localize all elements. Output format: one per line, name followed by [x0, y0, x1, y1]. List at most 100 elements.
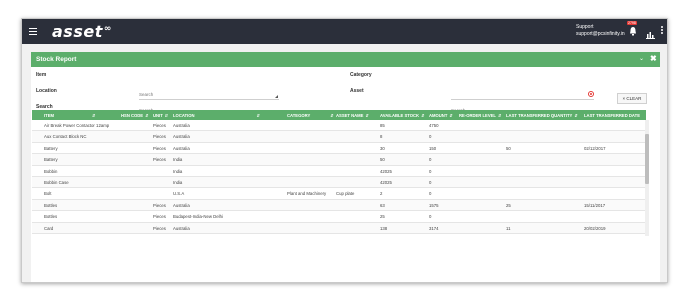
table-cell: 0: [429, 180, 432, 185]
table-cell: 15/11/2017: [584, 202, 606, 208]
column-header-last-transferred-quantity[interactable]: LAST TRANSFERRED QUANTITY ⇵: [506, 113, 578, 118]
table-cell: Bolt: [44, 191, 52, 197]
table-row[interactable]: Air Break Power Contactor 12amp Pieces Aus…: [32, 120, 646, 132]
table-cell: 8: [380, 134, 383, 140]
app-window: asset∞ Support support@pcsinfinity.in 27…: [21, 18, 668, 283]
table-row[interactable]: Battery Pieces India 50 0: [32, 154, 646, 166]
table-cell: Pieces: [153, 123, 166, 128]
chevron-down-icon[interactable]: ⌄: [639, 55, 644, 62]
table-cell: Pieces: [153, 134, 166, 140]
table-cell: Australia: [173, 123, 190, 128]
stock-table: ITEM ⇵ HSN CODE ⇵ UNIT ⇵ LOCATION ⇵ CATEGORY…: [32, 110, 646, 236]
notification-badge: 2798: [627, 21, 637, 25]
table-cell: 0: [429, 214, 432, 220]
location-label: Location: [36, 88, 57, 94]
table-cell: 0: [429, 168, 432, 174]
support-email: support@pcsinfinity.in: [576, 31, 625, 37]
table-cell: Bottles: [44, 202, 58, 208]
resize-handle-icon: [275, 95, 278, 98]
table-row[interactable]: Bobbin India 42025 0: [32, 166, 646, 177]
table-row[interactable]: Card Pieces Australia 138 3174 11 20/02/2019: [32, 222, 646, 234]
support-info[interactable]: Support support@pcsinfinity.in: [576, 24, 625, 38]
table-cell: India: [173, 157, 183, 163]
table-row[interactable]: Bolt U.S.A Plant and Machinery Cup plate 2 0: [32, 188, 646, 200]
table-row[interactable]: Bobbin Case India 42025 0: [32, 177, 646, 189]
scrollbar-thumb[interactable]: [645, 134, 649, 184]
table-cell: 4750: [429, 123, 439, 128]
table-cell: Pieces: [153, 225, 166, 231]
table-cell: Battery: [44, 145, 58, 151]
column-header-reorder-level[interactable]: RE-ORDER LEVEL ⇵: [459, 113, 502, 118]
column-header-amount[interactable]: AMOUNT ⇵: [429, 113, 453, 118]
table-row[interactable]: Battery Pieces Australia 30 150 50 02/12/2017: [32, 143, 646, 155]
table-cell: 50: [380, 157, 385, 163]
column-header-last-transferred-date[interactable]: LAST TRANSFERRED DATE: [584, 113, 640, 118]
item-label: Item: [36, 72, 47, 78]
category-select[interactable]: [451, 90, 594, 100]
table-row[interactable]: Aux Contact Block NC Pieces Australia 8 0: [32, 131, 646, 143]
table-cell: Aux Contact Block NC: [44, 134, 87, 140]
table-cell: Bobbin: [44, 168, 58, 174]
table-cell: 63: [380, 202, 385, 208]
table-cell: Bobbin Case: [44, 180, 69, 185]
table-cell: Australia: [173, 202, 190, 208]
table-cell: Plant and Machinery: [287, 191, 327, 197]
table-row[interactable]: Bottles Pieces Australia 63 1575 25 15/11/2017: [32, 199, 646, 212]
error-icon: [588, 91, 594, 97]
table-cell: 138: [380, 225, 388, 231]
table-cell: 25: [380, 214, 385, 220]
column-header-unit[interactable]: UNIT ⇵: [153, 113, 168, 118]
table-cell: Pieces: [153, 202, 166, 208]
panel-body: Item Search Location Search Search Categ…: [31, 67, 660, 282]
page-title: Stock Report: [36, 56, 77, 63]
table-cell: 0: [429, 191, 432, 197]
table-cell: 150: [429, 145, 437, 151]
top-navbar: asset∞ Support support@pcsinfinity.in 27…: [22, 19, 667, 44]
table-cell: Australia: [173, 225, 190, 231]
table-cell: Bottles: [44, 214, 58, 220]
table-cell: Card: [44, 225, 54, 231]
table-cell: Pieces: [153, 157, 166, 163]
clear-button[interactable]: × CLEAR: [617, 93, 647, 104]
vertical-scrollbar[interactable]: [645, 120, 649, 236]
table-cell: U.S.A: [173, 191, 185, 197]
bell-icon[interactable]: 2798: [627, 21, 637, 36]
column-header-category[interactable]: CATEGORY ⇵: [287, 113, 334, 118]
column-header-available-stock[interactable]: AVAILABLE STOCK ⇵: [380, 113, 425, 118]
table-cell: India: [173, 168, 183, 174]
table-cell: 11: [506, 225, 511, 231]
category-label: Category: [350, 72, 372, 78]
table-cell: 25: [506, 202, 511, 208]
menu-icon[interactable]: [29, 28, 37, 35]
table-cell: 1575: [429, 202, 439, 208]
close-icon[interactable]: ✖: [650, 54, 657, 63]
table-cell: Pieces: [153, 214, 166, 220]
table-cell: 30: [380, 145, 385, 151]
table-cell: 42025: [380, 180, 392, 185]
table-cell: 50: [506, 145, 511, 151]
table-cell: India: [173, 180, 183, 185]
item-search-input[interactable]: Search: [139, 90, 279, 100]
table-cell: 0: [429, 134, 432, 140]
more-vertical-icon[interactable]: [661, 26, 664, 35]
table-row[interactable]: CardPiecesChina67822052: [32, 234, 646, 236]
table-header: ITEM ⇵ HSN CODE ⇵ UNIT ⇵ LOCATION ⇵ CATEGORY…: [32, 110, 646, 120]
table-cell: 20/02/2019: [584, 225, 606, 231]
table-cell: Australia: [173, 145, 190, 151]
table-row[interactable]: Bottles Pieces Budapest-India-New Delhi 25 0: [32, 211, 646, 223]
bar-chart-icon[interactable]: [646, 26, 655, 39]
asset-label: Asset: [350, 88, 364, 94]
column-header-location[interactable]: LOCATION ⇵: [173, 113, 260, 118]
table-cell: Air Break Power Contactor 12amp: [44, 123, 110, 128]
app-logo[interactable]: asset∞: [52, 22, 112, 41]
column-header-hsn-code[interactable]: HSN CODE ⇵: [121, 113, 149, 118]
table-cell: 0: [429, 157, 432, 163]
column-header-item[interactable]: ITEM ⇵: [44, 113, 96, 118]
table-cell: Battery: [44, 157, 58, 163]
panel-header: Stock Report ⌄ ✖: [31, 52, 660, 67]
table-cell: Pieces: [153, 145, 166, 151]
column-header-asset-name[interactable]: ASSET NAME ⇵: [336, 113, 369, 118]
table-cell: 2: [380, 191, 383, 197]
support-label: Support: [576, 24, 594, 30]
table-cell: Budapest-India-New Delhi: [173, 214, 223, 220]
